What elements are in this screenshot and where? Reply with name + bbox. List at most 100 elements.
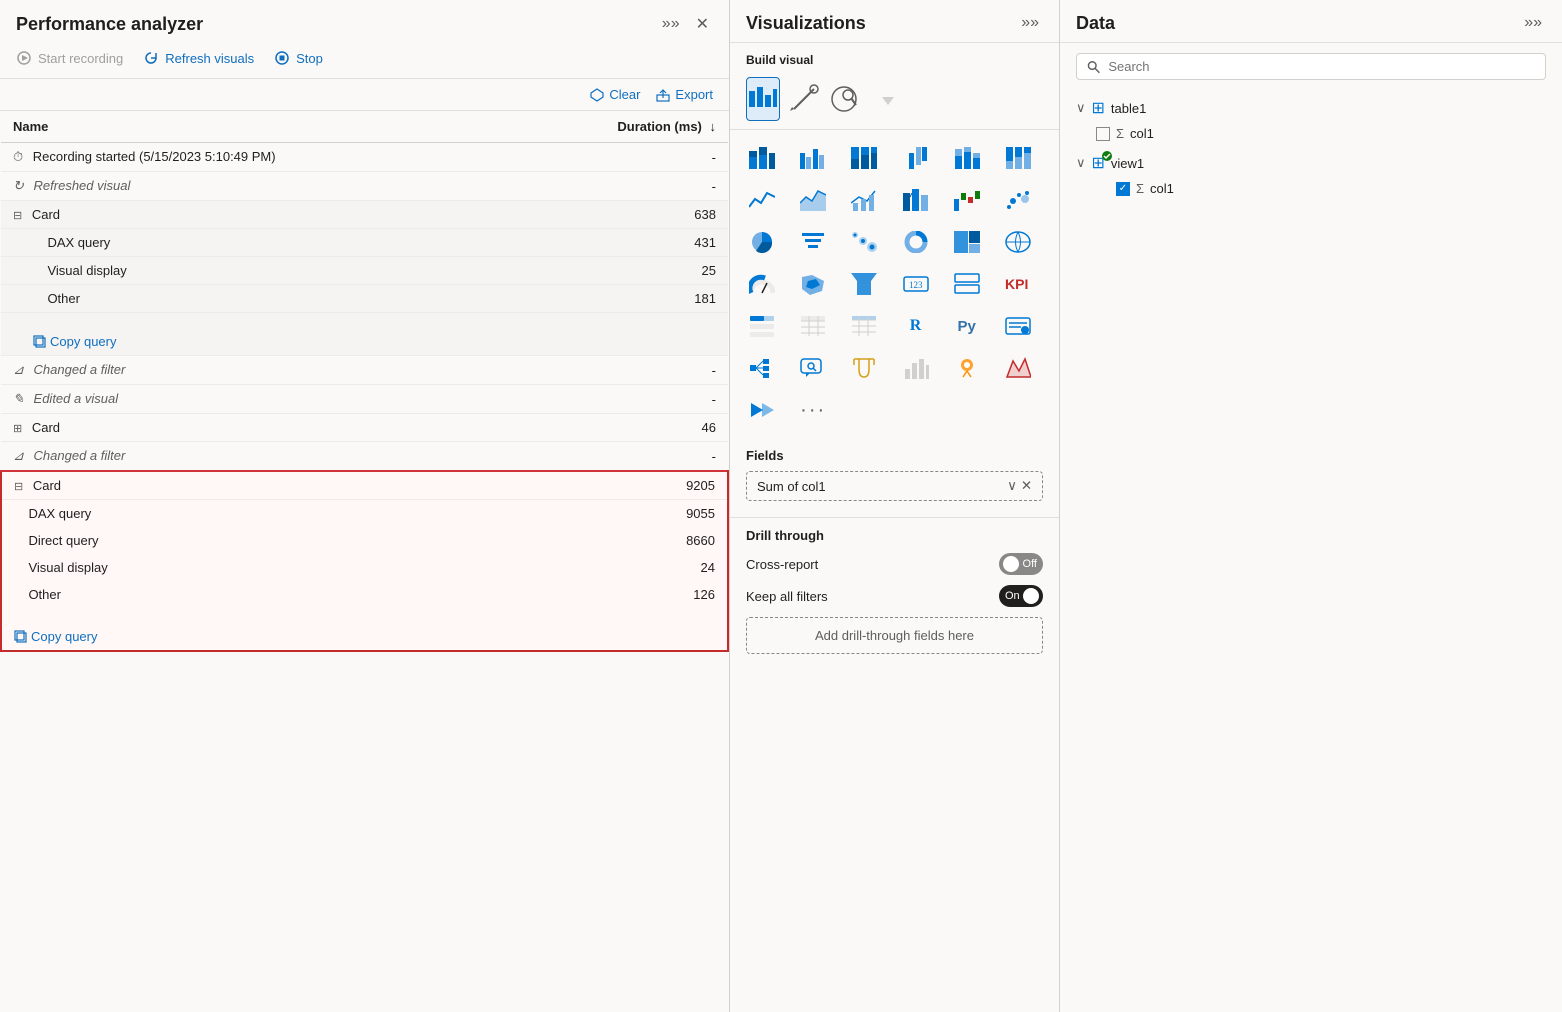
viz-ribbon-button[interactable] bbox=[896, 180, 936, 220]
viz-line-clustered-button[interactable] bbox=[844, 180, 884, 220]
tree-item-table1[interactable]: ∨ ⊞ table1 bbox=[1076, 94, 1546, 122]
viz-gauge-button[interactable] bbox=[742, 264, 782, 304]
viz-treemap-button[interactable] bbox=[947, 222, 987, 262]
refresh-visuals-button[interactable]: Refresh visuals bbox=[143, 46, 254, 70]
row-name-cell: Other bbox=[1, 285, 510, 313]
viz-donut-button[interactable] bbox=[896, 222, 936, 262]
viz-stacked-bar-button[interactable] bbox=[742, 138, 782, 178]
tree-item-table1-col1[interactable]: Σ col1 bbox=[1076, 122, 1546, 145]
table-row: ⊟ Card 9205 bbox=[1, 471, 728, 500]
viz-map3-button[interactable] bbox=[947, 348, 987, 388]
field-pill-chevron-button[interactable]: ∨ bbox=[1007, 478, 1017, 494]
tree-item-view1-col1[interactable]: Σ col1 bbox=[1076, 177, 1546, 200]
viz-slicer-button[interactable] bbox=[742, 306, 782, 346]
stop-button[interactable]: Stop bbox=[274, 46, 323, 70]
viz-scatter-button[interactable] bbox=[998, 180, 1038, 220]
viz-dotplot-button[interactable] bbox=[844, 222, 884, 262]
field-pill-remove-button[interactable]: ✕ bbox=[1021, 478, 1032, 494]
viz-forward-button[interactable] bbox=[742, 390, 782, 430]
viz-qna-button[interactable] bbox=[793, 348, 833, 388]
field-pill-label: Sum of col1 bbox=[757, 479, 826, 494]
viz-line-button[interactable] bbox=[742, 180, 782, 220]
viz-table-button[interactable] bbox=[793, 306, 833, 346]
row-duration-cell bbox=[510, 608, 728, 651]
viz-trophy-button[interactable] bbox=[844, 348, 884, 388]
expand-icon[interactable]: ⊞ bbox=[13, 423, 22, 435]
row-name-cell: DAX query bbox=[1, 500, 510, 528]
perf-panel-header: Performance analyzer »» ✕ Start recordin… bbox=[0, 0, 729, 79]
copy-query-button2[interactable]: Copy query bbox=[14, 629, 97, 644]
fields-label: Fields bbox=[746, 448, 1043, 463]
viz-clustered-column-button[interactable] bbox=[896, 138, 936, 178]
table1-chevron-icon: ∨ bbox=[1076, 100, 1086, 116]
viz-stacked-column-button[interactable] bbox=[947, 138, 987, 178]
cross-report-toggle-label: Off bbox=[1023, 558, 1037, 570]
viz-100-stacked-column-button[interactable] bbox=[998, 138, 1038, 178]
viz-filter-panel-button[interactable] bbox=[793, 222, 833, 262]
viz-matrix-button[interactable] bbox=[844, 306, 884, 346]
viz-multirow-card-button[interactable] bbox=[947, 264, 987, 304]
table-row: Other 126 bbox=[1, 581, 728, 608]
keep-all-filters-toggle[interactable]: On bbox=[999, 585, 1043, 607]
row-duration-cell: - bbox=[510, 356, 728, 385]
viz-type-analytics-button[interactable] bbox=[828, 77, 860, 121]
filter-icon2: ⊿ bbox=[13, 448, 24, 463]
fields-section: Fields Sum of col1 ∨ ✕ bbox=[730, 438, 1059, 517]
copy-query-button[interactable]: Copy query bbox=[33, 334, 116, 349]
search-input[interactable] bbox=[1108, 59, 1535, 74]
search-icon bbox=[1087, 60, 1100, 74]
row-duration-cell: - bbox=[510, 442, 728, 472]
row-duration-cell: - bbox=[510, 385, 728, 414]
view1-label: view1 bbox=[1111, 156, 1144, 171]
data-expand-button[interactable]: »» bbox=[1520, 12, 1546, 34]
search-box[interactable] bbox=[1076, 53, 1546, 80]
viz-icons-grid: 123 KPI R Py bbox=[730, 130, 1059, 438]
viz-smart-narr-button[interactable] bbox=[998, 306, 1038, 346]
perf-toolbar: Start recording Refresh visuals Stop bbox=[16, 46, 713, 70]
viz-more-button[interactable]: ··· bbox=[793, 390, 833, 430]
viz-area-button[interactable] bbox=[793, 180, 833, 220]
perf-close-button[interactable]: ✕ bbox=[692, 12, 713, 36]
viz-shape-button[interactable] bbox=[998, 348, 1038, 388]
view1-col1-checkbox[interactable] bbox=[1116, 182, 1130, 196]
table-row: Copy query bbox=[1, 608, 728, 651]
viz-kpi-button[interactable]: KPI bbox=[998, 264, 1038, 304]
viz-waterfall-button[interactable] bbox=[947, 180, 987, 220]
keep-all-filters-label: Keep all filters bbox=[746, 589, 828, 604]
cross-report-toggle[interactable]: Off bbox=[999, 553, 1043, 575]
viz-decomp-button[interactable] bbox=[742, 348, 782, 388]
row-duration-cell: 9205 bbox=[510, 471, 728, 500]
viz-map-button[interactable] bbox=[998, 222, 1038, 262]
tree-item-view1[interactable]: ∨ ⊞ view1 bbox=[1076, 149, 1546, 177]
row-duration-cell bbox=[510, 313, 728, 356]
viz-py-visual-button[interactable]: Py bbox=[947, 306, 987, 346]
svg-text:123: 123 bbox=[909, 280, 923, 290]
start-recording-button[interactable]: Start recording bbox=[16, 46, 123, 70]
perf-expand-button[interactable]: »» bbox=[658, 13, 684, 35]
viz-clustered-bar-button[interactable] bbox=[793, 138, 833, 178]
clear-button[interactable]: Clear bbox=[590, 87, 640, 102]
view1-chevron-icon: ∨ bbox=[1076, 155, 1086, 171]
export-button[interactable]: Export bbox=[656, 87, 713, 102]
viz-funnel-button[interactable] bbox=[844, 264, 884, 304]
refresh-icon: ↻ bbox=[13, 178, 24, 193]
viz-card-button[interactable]: 123 bbox=[896, 264, 936, 304]
pencil-icon: ✎ bbox=[13, 391, 24, 406]
viz-r-visual-button[interactable]: R bbox=[896, 306, 936, 346]
table-row: DAX query 9055 bbox=[1, 500, 728, 528]
table1-icon: ⊞ bbox=[1092, 98, 1105, 118]
col-name-header: Name bbox=[1, 111, 510, 143]
collapse-icon2[interactable]: ⊟ bbox=[14, 481, 23, 493]
collapse-icon[interactable]: ⊟ bbox=[13, 210, 22, 222]
viz-map2-button[interactable] bbox=[793, 264, 833, 304]
add-drill-label: Add drill-through fields here bbox=[815, 628, 974, 643]
row-duration-cell: 126 bbox=[510, 581, 728, 608]
viz-bar-custom-button[interactable] bbox=[896, 348, 936, 388]
viz-expand-button[interactable]: »» bbox=[1017, 12, 1043, 34]
table1-col1-checkbox[interactable] bbox=[1096, 127, 1110, 141]
viz-type-format-button[interactable] bbox=[788, 77, 820, 121]
sort-icon: ↓ bbox=[710, 119, 717, 134]
viz-100-stacked-bar-button[interactable] bbox=[844, 138, 884, 178]
viz-type-build-button[interactable] bbox=[746, 77, 780, 121]
viz-pie-button[interactable] bbox=[742, 222, 782, 262]
